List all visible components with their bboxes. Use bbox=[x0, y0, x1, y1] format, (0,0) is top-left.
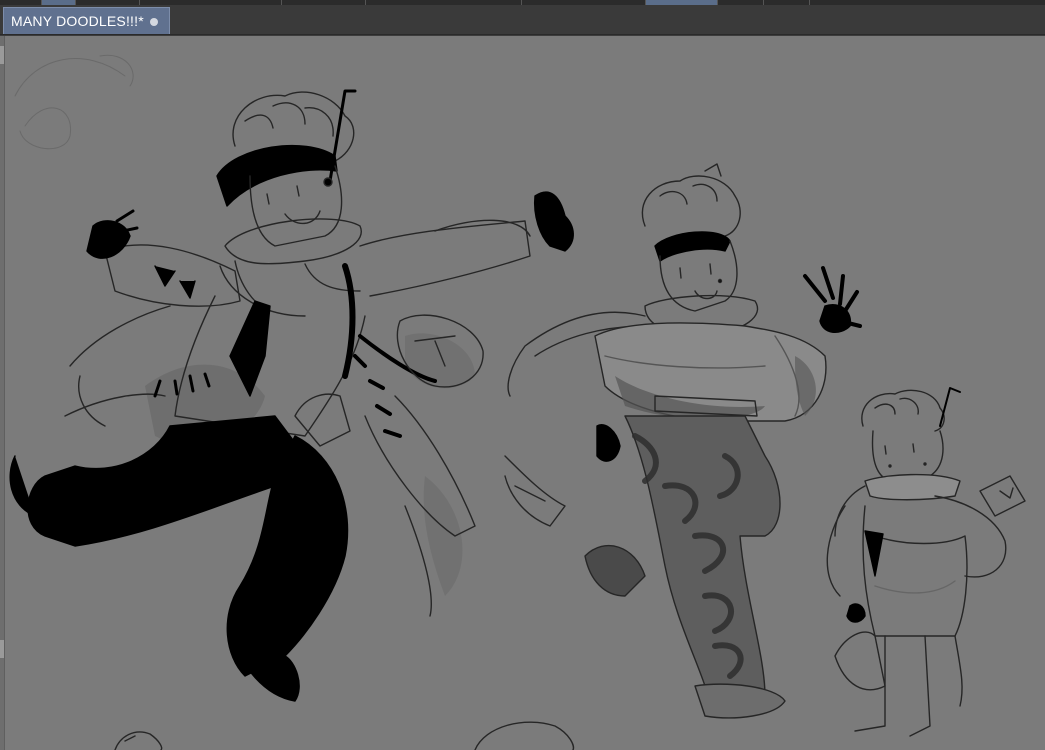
unsaved-dot-icon[interactable] bbox=[150, 18, 158, 26]
figure-large bbox=[9, 89, 574, 702]
faint-sketch bbox=[14, 54, 134, 150]
drawing-canvas[interactable] bbox=[0, 36, 1045, 750]
ruler-mark bbox=[0, 46, 4, 64]
sketch-artwork bbox=[9, 54, 1026, 750]
ruler-mark bbox=[0, 640, 4, 658]
document-tab[interactable]: MANY DOODLES!!!* bbox=[3, 7, 170, 34]
document-tab-title: MANY DOODLES!!!* bbox=[11, 13, 144, 29]
partial-doodles-bottom bbox=[114, 721, 575, 750]
figure-small bbox=[826, 387, 1026, 737]
document-tab-bar: MANY DOODLES!!!* bbox=[0, 5, 1045, 35]
